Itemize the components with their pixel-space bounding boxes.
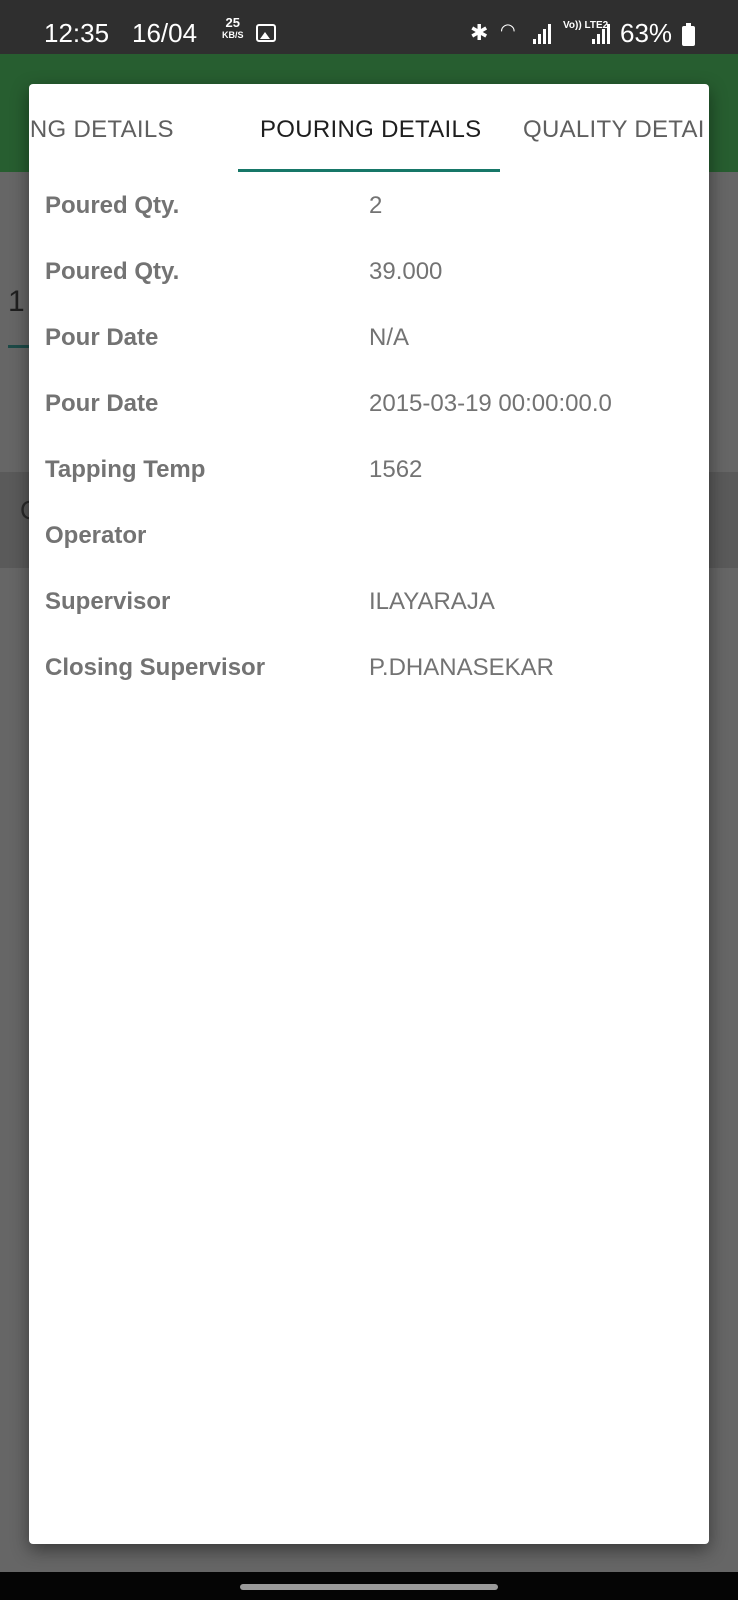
clock: 12:35 [44,18,110,48]
detail-value: 1562 [369,456,423,483]
detail-row-operator: Operator [29,522,709,588]
tab-pouring-details[interactable]: POURING DETAILS [260,116,481,144]
status-bar: 12:35 16/04 25 KB/S ✱ ◠ Vo)) LTE2 63% [0,0,738,54]
bluetooth-icon: ✱ [470,20,489,45]
network-speed-unit: KB/S [222,30,244,40]
battery-icon [682,23,695,46]
detail-label: Poured Qty. [45,192,180,219]
detail-label: Supervisor [45,588,171,615]
detail-label: Poured Qty. [45,258,180,285]
signal-icon [533,24,551,44]
detail-label: Closing Supervisor [45,654,266,681]
signal-icon [592,24,610,44]
tab-working-details[interactable]: RKING DETAILS [29,116,174,144]
gallery-icon [256,24,276,42]
detail-label: Pour Date [45,390,159,417]
details-dialog: RKING DETAILS POURING DETAILS QUALITY DE… [29,84,709,1544]
detail-row-poured-qty: Poured Qty. 2 [29,192,709,258]
network-speed: 25 KB/S [222,16,244,42]
tab-quality-details[interactable]: QUALITY DETAI [523,116,705,144]
background-input-text: 1 [8,285,25,318]
detail-value: ILAYARAJA [369,588,495,615]
date: 16/04 [132,18,198,48]
detail-row-pour-date: Pour Date 2015-03-19 00:00:00.0 [29,390,709,456]
detail-row-pour-date: Pour Date N/A [29,324,709,390]
detail-row-closing-supervisor: Closing Supervisor P.DHANASEKAR [29,654,709,720]
wifi-icon: ◠ [500,20,516,40]
detail-label: Operator [45,522,147,549]
detail-value: P.DHANASEKAR [369,654,554,681]
battery-percent: 63% [620,18,673,48]
detail-row-supervisor: Supervisor ILAYARAJA [29,588,709,654]
detail-label: Tapping Temp [45,456,206,483]
network-speed-value: 25 [225,15,240,30]
detail-value: 2 [369,192,383,219]
tab-indicator [238,169,500,172]
detail-label: Pour Date [45,324,159,351]
detail-value: 39.000 [369,258,443,285]
detail-value: N/A [369,324,410,351]
detail-row-tapping-temp: Tapping Temp 1562 [29,456,709,522]
home-gesture-handle[interactable] [240,1584,498,1590]
navigation-bar [0,1572,738,1600]
detail-row-poured-qty: Poured Qty. 39.000 [29,258,709,324]
tab-bar[interactable]: RKING DETAILS POURING DETAILS QUALITY DE… [29,84,709,172]
detail-value: 2015-03-19 00:00:00.0 [369,390,612,417]
